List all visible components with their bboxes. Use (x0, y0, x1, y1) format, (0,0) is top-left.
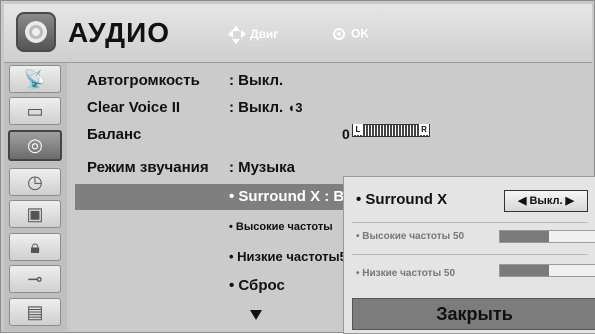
bass-row[interactable]: • Низкие частоты5 (229, 249, 347, 264)
speaker-icon: ◎ (27, 135, 43, 155)
audio-osd-window: АУДИО Двиг OK 📡 ▭ ◎ ◷ ▣ 🔒︎ ⊸ ▤ Автогромк… (0, 0, 595, 334)
lock-icon: 🔒︎ (30, 236, 40, 257)
tv-lock-icon: ▣ (26, 203, 44, 224)
popup-treble-label: • Высокие частоты 50 (356, 231, 465, 242)
category-sidebar: 📡 ▭ ◎ ◷ ▣ 🔒︎ ⊸ ▤ (4, 63, 67, 331)
move-hint: Двиг (226, 24, 278, 44)
menu-title: АУДИО (68, 17, 171, 48)
popup-divider (352, 254, 588, 255)
popup-surround-label: • Surround X (356, 191, 448, 208)
bass-slider-fill (500, 265, 549, 276)
input-plug-icon: ⊸ (27, 268, 43, 289)
popup-bass-label: • Низкие частоты 50 (356, 268, 456, 279)
audio-speaker-icon (16, 12, 56, 52)
sound-mode-label[interactable]: Режим звучания (87, 159, 209, 176)
sidebar-item-media[interactable]: ▤ (9, 298, 61, 326)
auto-volume-value: : Выкл. (229, 72, 284, 89)
balance-right-marker: R (419, 124, 429, 135)
clear-voice-value: : Выкл. ◖3 (229, 99, 302, 116)
title-bar: АУДИО Двиг OK (4, 4, 592, 63)
sidebar-item-channels[interactable]: 📡 (9, 65, 61, 93)
sidebar-item-audio[interactable]: ◎ (8, 130, 62, 161)
clear-voice-value-text: : Выкл. (229, 99, 284, 116)
voice-level-value: 3 (295, 100, 303, 115)
auto-volume-label[interactable]: Автогромкость (87, 72, 200, 89)
sidebar-item-option[interactable]: ▣ (9, 200, 61, 228)
bass-row-label: • Низкие частоты (229, 249, 340, 264)
sidebar-item-picture[interactable]: ▭ (9, 97, 61, 125)
surround-x-row[interactable]: • Surround X : Выкл. (229, 188, 349, 205)
move-hint-label: Двиг (250, 27, 279, 41)
treble-slider-fill (500, 231, 549, 242)
clapperboard-icon: ▤ (26, 301, 44, 322)
bass-slider[interactable] (499, 264, 595, 277)
navigation-arrows-icon (226, 24, 246, 44)
sound-mode-value: : Музыка (229, 159, 295, 176)
scroll-down-arrow[interactable] (250, 310, 262, 320)
treble-row-label: • Высокие частоты (229, 221, 333, 233)
surround-popup: • Surround X ◀ Выкл. ▶ • Высокие частоты… (343, 176, 595, 334)
surround-value-selector[interactable]: ◀ Выкл. ▶ (504, 190, 588, 212)
balance-value: 0 (342, 126, 350, 142)
ok-button-icon (333, 27, 345, 40)
sidebar-item-time[interactable]: ◷ (9, 168, 61, 196)
sidebar-item-input[interactable]: ⊸ (9, 265, 61, 293)
ok-hint: OK (333, 25, 369, 41)
popup-divider (352, 222, 588, 223)
ok-hint-label: OK (351, 26, 369, 41)
balance-label[interactable]: Баланс (87, 126, 141, 143)
balance-slider[interactable]: L R (352, 124, 430, 137)
clear-voice-label[interactable]: Clear Voice II (87, 99, 180, 116)
treble-row[interactable]: • Высокие частоты 5 (229, 221, 360, 233)
close-button[interactable]: Закрыть (352, 298, 595, 330)
clock-icon: ◷ (27, 171, 43, 192)
sidebar-item-lock[interactable]: 🔒︎ (9, 233, 61, 261)
monitor-icon: ▭ (26, 100, 44, 121)
satellite-icon: 📡 (23, 68, 47, 89)
reset-row[interactable]: • Сброс (229, 277, 285, 294)
treble-slider[interactable] (499, 230, 595, 243)
balance-left-marker: L (353, 124, 363, 135)
